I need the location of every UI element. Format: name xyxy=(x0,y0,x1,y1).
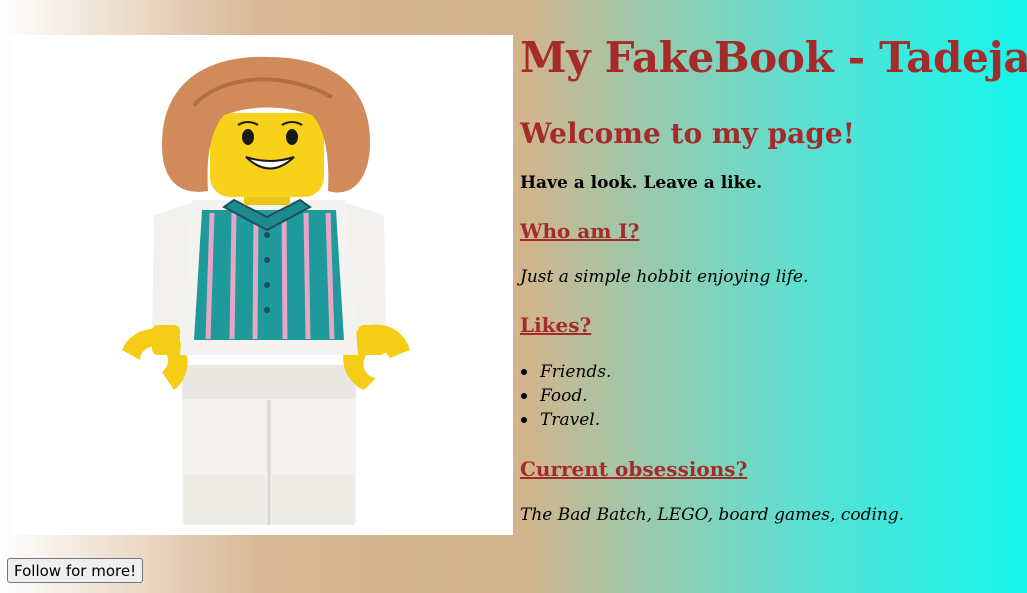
list-item: Travel. xyxy=(520,408,1020,432)
list-item-label: Friends. xyxy=(540,362,612,382)
list-item: Friends. xyxy=(520,360,1020,384)
profile-content: My FakeBook - Tadeja S Welcome to my pag… xyxy=(520,30,1027,526)
page-title: My FakeBook - Tadeja S xyxy=(520,33,1027,82)
welcome-heading: Welcome to my page! xyxy=(520,117,855,150)
likes-list: Friends. Food. Travel. xyxy=(520,360,1020,432)
lead-text: Have a look. Leave a like. xyxy=(520,173,763,193)
bullet-icon xyxy=(521,393,527,399)
lego-minifigure-image xyxy=(122,56,410,525)
bullet-icon xyxy=(521,369,527,375)
obsessions-heading: Current obsessions? xyxy=(520,457,748,481)
bullet-icon xyxy=(521,417,527,423)
list-item: Food. xyxy=(520,384,1020,408)
list-item-label: Food. xyxy=(540,386,588,406)
list-item-label: Travel. xyxy=(540,410,601,430)
obsessions-text: The Bad Batch, LEGO, board games, coding… xyxy=(520,505,905,525)
likes-heading: Likes? xyxy=(520,313,592,337)
profile-photo xyxy=(12,35,513,535)
who-am-i-text: Just a simple hobbit enjoying life. xyxy=(520,267,809,287)
follow-button[interactable]: Follow for more! xyxy=(7,558,144,583)
who-am-i-heading: Who am I? xyxy=(520,219,640,243)
